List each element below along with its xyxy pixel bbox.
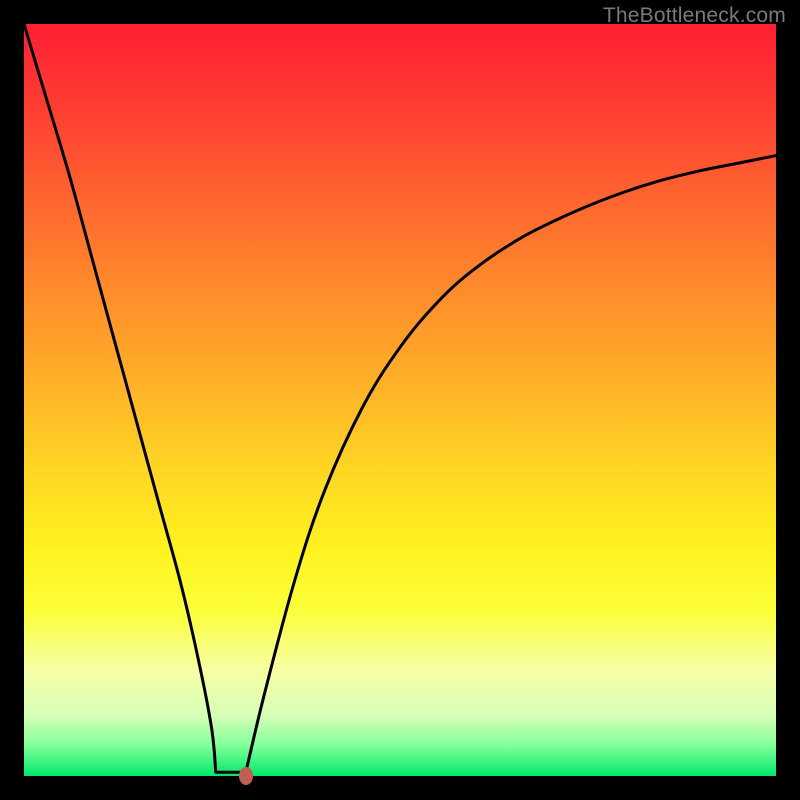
optimal-point-marker xyxy=(239,767,253,785)
plot-area xyxy=(24,24,776,776)
chart-frame: TheBottleneck.com xyxy=(0,0,800,800)
watermark-text: TheBottleneck.com xyxy=(603,4,786,28)
bottleneck-curve xyxy=(24,24,776,776)
